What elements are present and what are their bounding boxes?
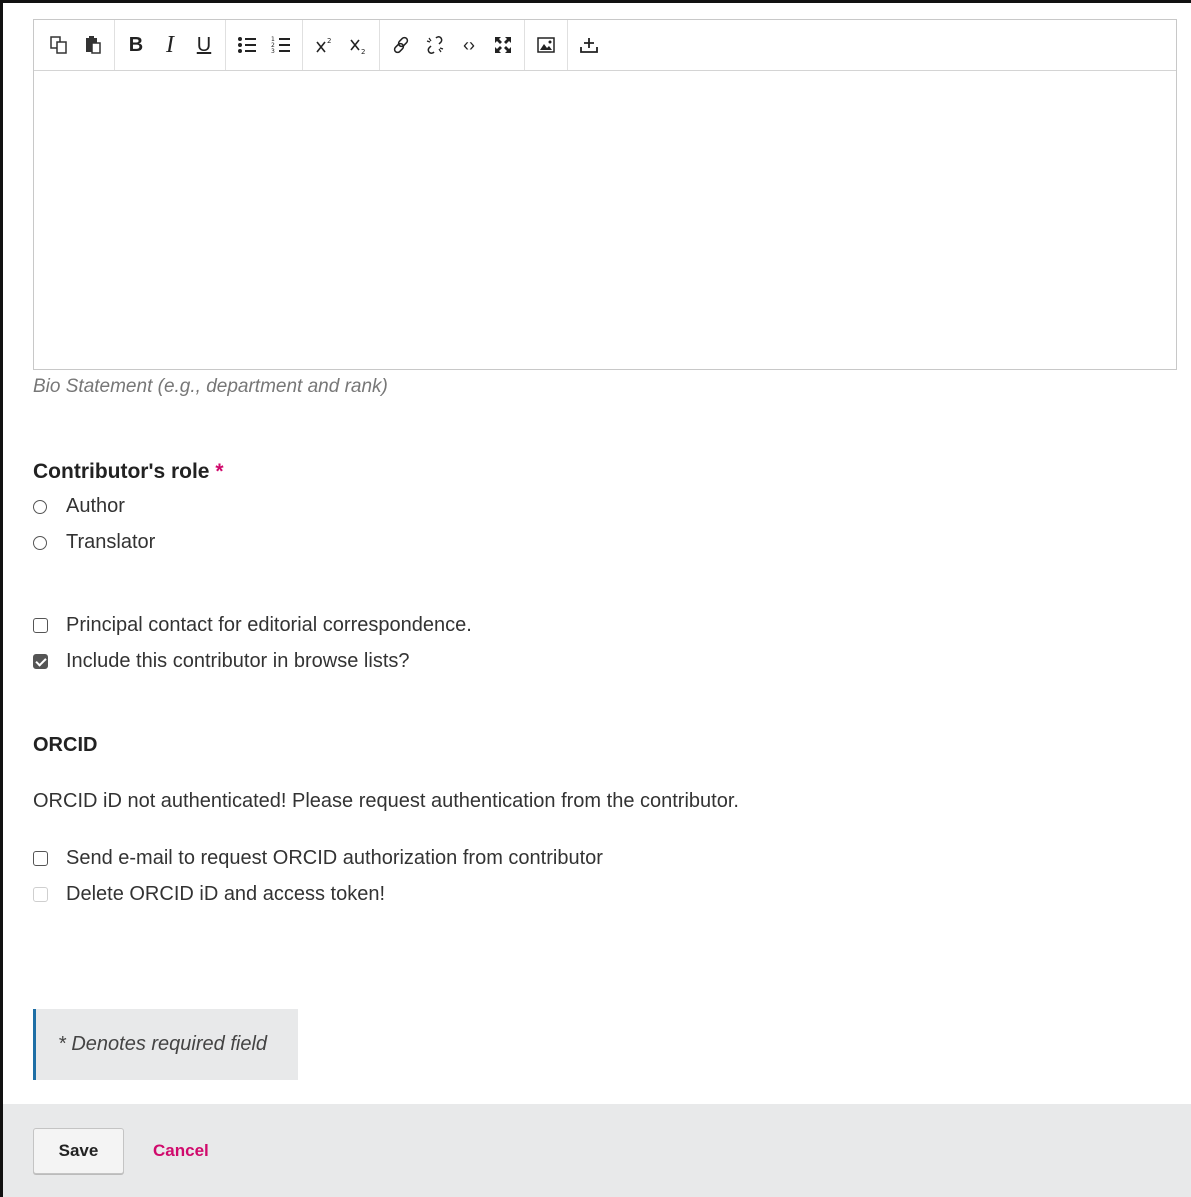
save-button[interactable]: Save: [33, 1128, 124, 1174]
delete-token-label: Delete ORCID iD and access token!: [66, 883, 386, 905]
radio-translator-label: Translator: [66, 531, 156, 553]
include-browse-checkbox[interactable]: Include this contributor in browse lists…: [33, 650, 410, 673]
editor-toolbar: B I U 123 2 2 ‹›: [34, 20, 1176, 71]
required-mark: *: [215, 460, 224, 483]
image-group: [525, 20, 568, 70]
contributor-form: B I U 123 2 2 ‹› Bio Statement (e.g., de…: [0, 0, 1191, 1197]
bio-hint: Bio Statement (e.g., department and rank…: [33, 376, 388, 397]
upload-icon[interactable]: [572, 28, 606, 62]
delete-token-checkbox: Delete ORCID iD and access token!: [33, 883, 385, 906]
left-border: [0, 0, 3, 1197]
cancel-link[interactable]: Cancel: [153, 1141, 209, 1161]
radio-circle[interactable]: [33, 499, 47, 514]
required-field-note-text: * Denotes required field: [58, 1033, 268, 1055]
role-label: Contributor's role *: [33, 460, 224, 484]
form-footer: Save Cancel: [3, 1104, 1191, 1197]
link-group: ‹›: [380, 20, 525, 70]
orcid-message: ORCID iD not authenticated! Please reque…: [33, 790, 739, 812]
bullet-list-icon[interactable]: [230, 28, 264, 62]
svg-text:2: 2: [327, 37, 331, 45]
superscript-icon[interactable]: 2: [307, 28, 341, 62]
send-email-checkbox[interactable]: Send e-mail to request ORCID authorizati…: [33, 847, 603, 870]
radio-author-label: Author: [66, 495, 125, 517]
fullscreen-icon[interactable]: [486, 28, 520, 62]
radio-translator[interactable]: Translator: [33, 531, 155, 554]
underline-icon[interactable]: U: [187, 28, 221, 62]
svg-text:2: 2: [361, 48, 365, 55]
checkbox-box[interactable]: [33, 851, 48, 866]
role-label-text: Contributor's role: [33, 460, 210, 483]
bold-icon[interactable]: B: [119, 28, 153, 62]
italic-icon[interactable]: I: [153, 28, 187, 62]
image-icon[interactable]: [529, 28, 563, 62]
bio-editor: B I U 123 2 2 ‹›: [33, 19, 1177, 370]
unlink-icon[interactable]: [418, 28, 452, 62]
numbered-list-icon[interactable]: 123: [264, 28, 298, 62]
checkbox-box-checked[interactable]: [33, 654, 48, 669]
checkbox-box[interactable]: [33, 618, 48, 633]
paste-icon[interactable]: [76, 28, 110, 62]
radio-author[interactable]: Author: [33, 495, 125, 518]
link-icon[interactable]: [384, 28, 418, 62]
principal-contact-checkbox[interactable]: Principal contact for editorial correspo…: [33, 614, 472, 637]
principal-contact-label: Principal contact for editorial correspo…: [66, 614, 472, 636]
script-group: 2 2: [303, 20, 380, 70]
checkbox-box-disabled: [33, 887, 48, 902]
clipboard-group: [38, 20, 115, 70]
top-border: [0, 0, 1191, 3]
upload-group: [568, 20, 610, 70]
code-icon[interactable]: ‹›: [452, 28, 486, 62]
editor-text-area[interactable]: [34, 71, 1176, 369]
include-browse-label: Include this contributor in browse lists…: [66, 650, 410, 672]
radio-circle[interactable]: [33, 535, 47, 550]
list-group: 123: [226, 20, 303, 70]
svg-text:3: 3: [271, 48, 275, 55]
orcid-heading: ORCID: [33, 734, 98, 756]
format-group: B I U: [115, 20, 226, 70]
copy-icon[interactable]: [42, 28, 76, 62]
send-email-label: Send e-mail to request ORCID authorizati…: [66, 847, 603, 869]
required-field-note: * Denotes required field: [33, 1009, 298, 1080]
subscript-icon[interactable]: 2: [341, 28, 375, 62]
